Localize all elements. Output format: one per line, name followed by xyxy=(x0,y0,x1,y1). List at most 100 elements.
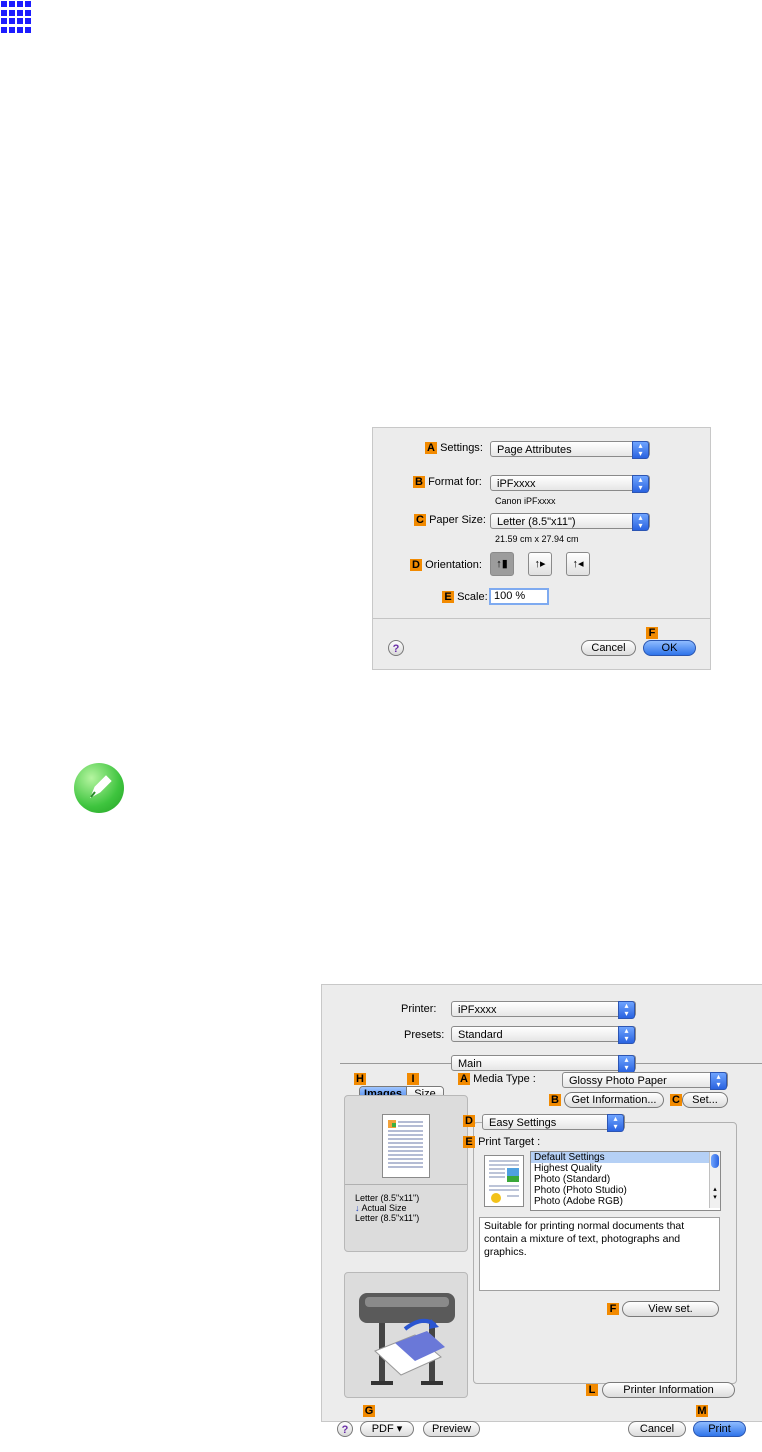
orientation-label: Orientation: xyxy=(425,559,482,571)
format-for-subtext: Canon iPFxxxx xyxy=(495,496,556,506)
scale-label: Scale: xyxy=(457,591,488,603)
chevron-updown-icon: ▴ ▾ xyxy=(632,513,649,531)
badge-e: E xyxy=(463,1136,475,1148)
chevron-updown-icon: ▴ ▾ xyxy=(710,1072,727,1090)
presets-label: Presets: xyxy=(404,1029,445,1041)
portrait-icon: ↑▮ xyxy=(496,558,508,570)
divider xyxy=(373,618,710,619)
easy-settings-value: Easy Settings xyxy=(489,1117,557,1129)
badge-g: G xyxy=(363,1405,375,1417)
preview-size-1: Letter (8.5"x11") xyxy=(355,1193,420,1203)
help-button[interactable]: ? xyxy=(388,640,404,656)
paper-size-label: Paper Size xyxy=(429,514,483,526)
preview-size-2: Letter (8.5"x11") xyxy=(355,1213,420,1223)
chevron-updown-icon: ▴ ▾ xyxy=(618,1001,635,1019)
orientation-row-label: D Orientation: xyxy=(410,559,482,571)
list-item[interactable]: Photo (Photo Studio) xyxy=(531,1185,720,1196)
list-scrollbar[interactable]: ▴ ▾ xyxy=(709,1152,720,1208)
arrow-down-icon: ↓ xyxy=(355,1203,360,1213)
badge-c: C xyxy=(414,514,426,526)
help-icon: ? xyxy=(392,643,400,655)
set-button[interactable]: Set... xyxy=(682,1092,728,1108)
paper-size-value: Letter (8.5"x11") xyxy=(497,516,576,528)
description-text: Suitable for printing normal documents t… xyxy=(484,1220,685,1258)
preview-divider xyxy=(345,1184,467,1185)
print-dialog: Printer: iPFxxxx ▴ ▾ Presets: Standard ▴ ▾… xyxy=(321,984,762,1422)
print-target-row-label: E Print Target : xyxy=(463,1136,540,1148)
orientation-landscape-button[interactable]: ↑▸ xyxy=(528,552,552,576)
badge-d: D xyxy=(463,1115,475,1127)
print-target-list[interactable]: Default Settings Highest Quality Photo (… xyxy=(530,1151,721,1211)
panel-value: Main xyxy=(458,1058,482,1070)
cancel-button[interactable]: Cancel xyxy=(628,1421,686,1437)
media-type-popup[interactable]: Glossy Photo Paper ▴ ▾ xyxy=(562,1072,728,1090)
list-item[interactable]: Photo (Adobe RGB) xyxy=(531,1196,720,1207)
panel-popup[interactable]: Main ▴ ▾ xyxy=(451,1055,636,1073)
badge-b: B xyxy=(413,476,425,488)
media-type-row-label: A Media Type : xyxy=(458,1073,536,1085)
paper-size-popup[interactable]: Letter (8.5"x11") ▴ ▾ xyxy=(490,513,650,531)
description-box: Suitable for printing normal documents t… xyxy=(479,1217,720,1291)
note-pencil-icon xyxy=(74,763,124,813)
chevron-updown-icon: ▴ ▾ xyxy=(607,1114,624,1132)
pdf-button[interactable]: PDF ▾ xyxy=(360,1421,414,1437)
print-button[interactable]: Print xyxy=(693,1421,746,1437)
badge-h: H xyxy=(354,1073,366,1085)
media-type-value: Glossy Photo Paper xyxy=(569,1075,667,1087)
preview-panel: Letter (8.5"x11") ↓ Actual Size Letter (… xyxy=(344,1095,468,1252)
settings-popup[interactable]: Page Attributes ▴ ▾ xyxy=(490,441,650,459)
printer-popup[interactable]: iPFxxxx ▴ ▾ xyxy=(451,1001,636,1019)
settings-label: Settings xyxy=(440,442,480,454)
presets-popup[interactable]: Standard ▴ ▾ xyxy=(451,1026,636,1044)
badge-a: A xyxy=(458,1073,470,1085)
printer-value: iPFxxxx xyxy=(458,1004,497,1016)
chevron-updown-icon: ▴ ▾ xyxy=(632,441,649,459)
printer-information-button[interactable]: Printer Information xyxy=(602,1382,735,1398)
orientation-reverse-landscape-button[interactable]: ↑◂ xyxy=(566,552,590,576)
help-button[interactable]: ? xyxy=(337,1421,353,1437)
chevron-updown-icon: ▴ ▾ xyxy=(618,1055,635,1073)
orientation-portrait-button[interactable]: ↑▮ xyxy=(490,552,514,576)
printer-label: Printer: xyxy=(401,1003,437,1015)
easy-settings-popup[interactable]: Easy Settings ▴ ▾ xyxy=(482,1114,625,1132)
scale-input[interactable]: 100 % xyxy=(489,588,549,605)
actual-size-label: Actual Size xyxy=(361,1203,407,1213)
badge-b: B xyxy=(549,1094,561,1106)
format-for-popup[interactable]: iPFxxxx ▴ ▾ xyxy=(490,475,650,493)
badge-i: I xyxy=(407,1073,419,1085)
page-setup-dialog: A Settings: Page Attributes ▴ ▾ B Format … xyxy=(372,427,711,670)
print-target-thumbnail xyxy=(484,1155,524,1207)
format-for-value: iPFxxxx xyxy=(497,478,536,490)
preview-button[interactable]: Preview xyxy=(423,1421,480,1437)
list-item[interactable]: Photo (Standard) xyxy=(531,1174,720,1185)
paper-size-row-label: C Paper Size: xyxy=(414,514,486,526)
badge-c: C xyxy=(670,1094,682,1106)
format-for-row-label: B Format for: xyxy=(413,476,482,488)
chevron-updown-icon: ▴ ▾ xyxy=(618,1026,635,1044)
paper-size-subtext: 21.59 cm x 27.94 cm xyxy=(495,534,579,544)
badge-f: F xyxy=(607,1303,619,1315)
landscape-icon: ↑▸ xyxy=(534,558,546,570)
get-information-button[interactable]: Get Information... xyxy=(564,1092,664,1108)
format-for-label: Format for: xyxy=(428,476,482,488)
settings-value: Page Attributes xyxy=(497,444,572,456)
badge-a: A xyxy=(425,442,437,454)
list-item[interactable]: Default Settings xyxy=(531,1152,720,1163)
badge-m: M xyxy=(696,1405,708,1417)
view-set-button[interactable]: View set. xyxy=(622,1301,719,1317)
help-icon: ? xyxy=(341,1424,349,1436)
ok-button[interactable]: OK xyxy=(643,640,696,656)
chevron-updown-icon: ▴ ▾ xyxy=(632,475,649,493)
actual-size-row: ↓ Actual Size xyxy=(355,1203,407,1213)
list-item[interactable]: Highest Quality xyxy=(531,1163,720,1174)
scrollbar-thumb[interactable] xyxy=(711,1154,719,1168)
scroll-arrows-icon[interactable]: ▴ ▾ xyxy=(710,1186,720,1202)
printer-illustration xyxy=(344,1272,468,1398)
scale-row-label: E Scale: xyxy=(442,591,488,603)
presets-value: Standard xyxy=(458,1029,503,1041)
scale-value: 100 % xyxy=(494,590,526,602)
print-target-label: Print Target : xyxy=(478,1136,541,1148)
badge-l: L xyxy=(586,1384,598,1396)
badge-f: F xyxy=(646,627,658,639)
cancel-button[interactable]: Cancel xyxy=(581,640,636,656)
